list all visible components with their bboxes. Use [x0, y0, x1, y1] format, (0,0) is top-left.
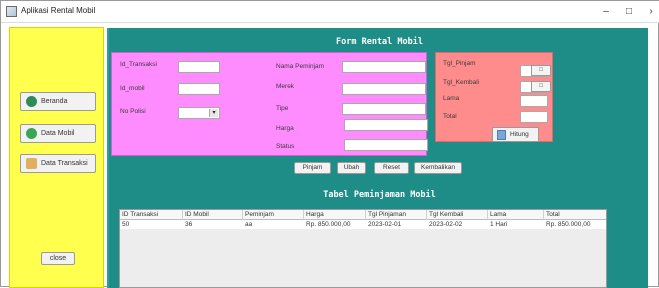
pinjam-button[interactable]: Pinjam	[294, 162, 331, 174]
table-cell: 2023-02-02	[429, 221, 463, 228]
tipe-label: Tipe	[276, 105, 289, 112]
status-input[interactable]	[344, 139, 428, 151]
total-label: Total	[443, 113, 457, 120]
column-header[interactable]: Lama	[488, 210, 544, 220]
minimize-button[interactable]: –	[597, 4, 615, 20]
table-cell: aa	[245, 221, 253, 228]
table-cell: Rp. 850.000,00	[306, 221, 351, 228]
sidebar: Beranda Data Mobil Data Transaksi close	[9, 27, 104, 288]
no-polisi-select[interactable]: ▾	[178, 107, 220, 119]
sidebar-item-label: Data Mobil	[41, 130, 75, 137]
column-header[interactable]: Harga	[304, 210, 366, 220]
harga-label: Harga	[276, 125, 294, 132]
table-header: ID Transaksi ID Mobil Peminjam Harga Tgl…	[120, 210, 606, 220]
form-panel-right: Tgl_Pinjam □ Tgl_Kembali □ Lama Total Hi…	[435, 52, 553, 142]
app-window: Aplikasi Rental Mobil – □ › Beranda Data…	[0, 0, 659, 288]
table-row[interactable]: 50 36 aa Rp. 850.000,00 2023-02-01 2023-…	[120, 220, 606, 229]
harga-input[interactable]	[344, 119, 428, 131]
form-title: Form Rental Mobil	[336, 37, 423, 47]
kembalikan-button[interactable]: Kembalikan	[414, 162, 462, 174]
table-cell: 36	[185, 221, 193, 228]
table-cell: Rp. 850.000,00	[546, 221, 591, 228]
sidebar-item-label: Beranda	[41, 98, 68, 105]
hitung-label: Hitung	[510, 131, 529, 138]
id-transaksi-label: Id_Transaksi	[120, 61, 157, 68]
column-header[interactable]: Total	[544, 210, 606, 220]
calendar-icon[interactable]: □	[531, 65, 551, 76]
home-icon	[26, 96, 37, 107]
peminjaman-table[interactable]: ID Transaksi ID Mobil Peminjam Harga Tgl…	[119, 209, 607, 288]
window-title: Aplikasi Rental Mobil	[21, 6, 96, 15]
table-cell: 2023-02-01	[368, 221, 402, 228]
ubah-button[interactable]: Ubah	[337, 162, 366, 174]
lama-label: Lama	[443, 95, 460, 102]
total-input[interactable]	[520, 111, 548, 123]
column-header[interactable]: Tgl Pinjaman	[366, 210, 427, 220]
calendar-icon[interactable]: □	[531, 81, 551, 92]
handshake-icon	[26, 158, 37, 169]
app-icon	[6, 6, 17, 17]
table-title: Tabel Peminjaman Mobil	[323, 190, 436, 200]
close-window-button[interactable]: ›	[642, 4, 659, 20]
merek-input[interactable]	[342, 83, 426, 95]
table-cell: 1 Hari	[490, 221, 508, 228]
sidebar-item-beranda[interactable]: Beranda	[20, 92, 96, 111]
id-mobil-label: Id_mobil	[120, 85, 145, 92]
lama-input[interactable]	[520, 95, 548, 107]
id-transaksi-input[interactable]	[178, 61, 220, 73]
id-mobil-input[interactable]	[178, 83, 220, 95]
merek-label: Merek	[276, 83, 295, 90]
chevron-down-icon: ▾	[209, 109, 218, 117]
close-button[interactable]: close	[41, 252, 75, 265]
sidebar-item-data-transaksi[interactable]: Data Transaksi	[20, 154, 96, 173]
sidebar-item-label: Data Transaksi	[41, 160, 88, 167]
sidebar-item-data-mobil[interactable]: Data Mobil	[20, 124, 96, 143]
title-bar: Aplikasi Rental Mobil – □ ›	[1, 1, 659, 23]
nama-peminjam-input[interactable]	[342, 61, 426, 73]
car-icon	[26, 128, 37, 139]
maximize-button[interactable]: □	[620, 4, 638, 20]
nama-peminjam-label: Nama Peminjam	[276, 63, 325, 70]
hitung-button[interactable]: Hitung	[492, 127, 539, 142]
column-header[interactable]: Tgl Kembali	[427, 210, 488, 220]
status-label: Status	[276, 143, 295, 150]
no-polisi-label: No Polisi	[120, 108, 146, 115]
table-cell: 50	[122, 221, 130, 228]
column-header[interactable]: ID Mobil	[183, 210, 243, 220]
calculator-icon	[497, 129, 506, 140]
column-header[interactable]: Peminjam	[243, 210, 304, 220]
tipe-input[interactable]	[342, 103, 426, 115]
main-panel: Form Rental Mobil Id_Transaksi Id_mobil …	[107, 28, 648, 288]
reset-button[interactable]: Reset	[374, 162, 409, 174]
column-header[interactable]: ID Transaksi	[120, 210, 183, 220]
tgl-pinjam-label: Tgl_Pinjam	[443, 60, 476, 67]
tgl-kembali-label: Tgl_Kembali	[443, 79, 480, 86]
